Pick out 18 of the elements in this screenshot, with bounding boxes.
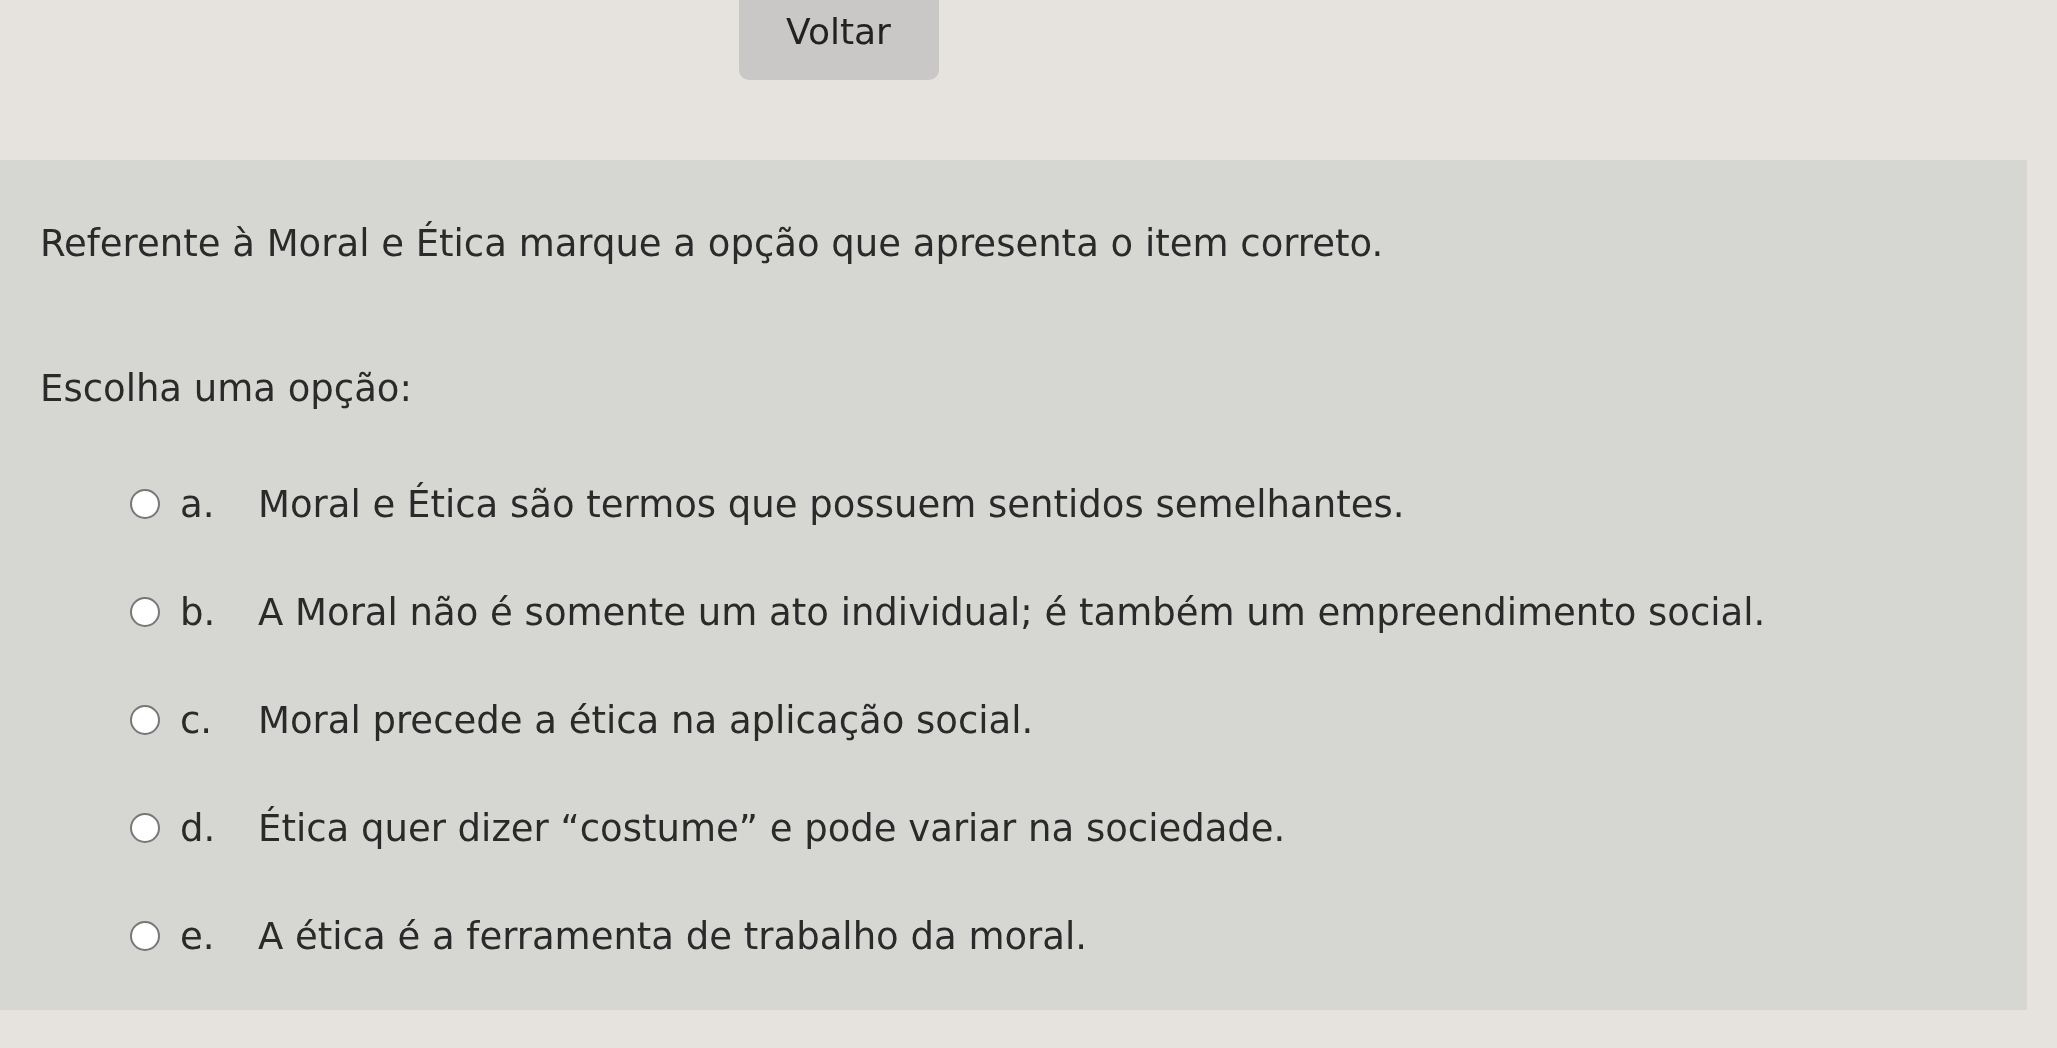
radio-button[interactable] [130,813,160,843]
option-letter: e. [180,914,216,958]
back-button[interactable]: Voltar [738,0,939,80]
radio-button[interactable] [130,597,160,627]
option-letter: c. [180,698,214,742]
option-letter: d. [180,806,217,850]
radio-button[interactable] [130,705,160,735]
option-letter: b. [180,590,217,634]
option-text[interactable]: Moral e Ética são termos que possuem sentidos semelhantes. [258,482,1405,526]
option-text[interactable]: Moral precede a ética na aplicação social. [258,698,1034,742]
option-letter: a. [180,482,216,526]
question-text: Referente à Moral e Ética marque a opção que apresenta o item correto. [40,222,1385,265]
radio-button[interactable] [130,489,160,519]
prompt-text: Escolha uma opção: [40,367,413,410]
radio-button[interactable] [130,921,160,951]
option-text[interactable]: A ética é a ferramenta de trabalho da moral. [258,914,1087,958]
option-text[interactable]: A Moral não é somente um ato individual; é também um empreendimento social. [258,590,1766,634]
option-text[interactable]: Ética quer dizer “costume” e pode variar na sociedade. [258,806,1286,850]
